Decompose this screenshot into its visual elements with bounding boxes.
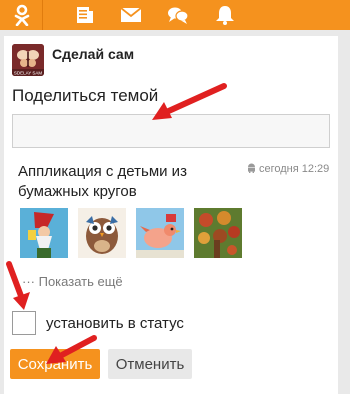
bell-icon[interactable]	[213, 4, 237, 26]
share-title: Поделиться темой	[12, 86, 159, 105]
cancel-button[interactable]: Отменить	[108, 349, 192, 379]
mail-icon[interactable]	[119, 4, 143, 26]
topic-title[interactable]: Аппликация с детьми из бумажных кругов	[18, 162, 238, 202]
bird-thumbnail[interactable]	[136, 208, 184, 258]
group-name[interactable]: Сделай сам	[52, 46, 134, 62]
tree-thumbnail[interactable]	[194, 208, 242, 258]
topic-time-text: сегодня 12:29	[259, 163, 330, 175]
ok-logo-icon[interactable]	[10, 4, 34, 26]
chat-icon[interactable]	[166, 4, 190, 26]
annotation-arrow-checkbox	[6, 261, 30, 310]
owl-thumbnail[interactable]	[78, 208, 126, 258]
feed-icon[interactable]	[73, 4, 97, 26]
gnome-thumbnail[interactable]	[20, 208, 68, 258]
top-nav-bar	[0, 0, 350, 30]
annotation-arrow-save	[46, 335, 97, 364]
annotation-arrow-input	[152, 83, 227, 120]
set-status-label[interactable]: установить в статус	[46, 315, 184, 332]
set-status-checkbox[interactable]	[12, 311, 36, 335]
nav-separator	[42, 0, 43, 30]
avatar-caption: SDELAY SAM	[14, 71, 43, 76]
group-avatar[interactable]: SDELAY SAM	[12, 44, 44, 76]
show-more-link[interactable]: ··· Показать ещё	[22, 274, 123, 289]
topic-timestamp: сегодня 12:29	[247, 163, 329, 175]
android-icon	[248, 163, 255, 173]
butterfly-logo-icon: SDELAY SAM	[12, 44, 44, 76]
